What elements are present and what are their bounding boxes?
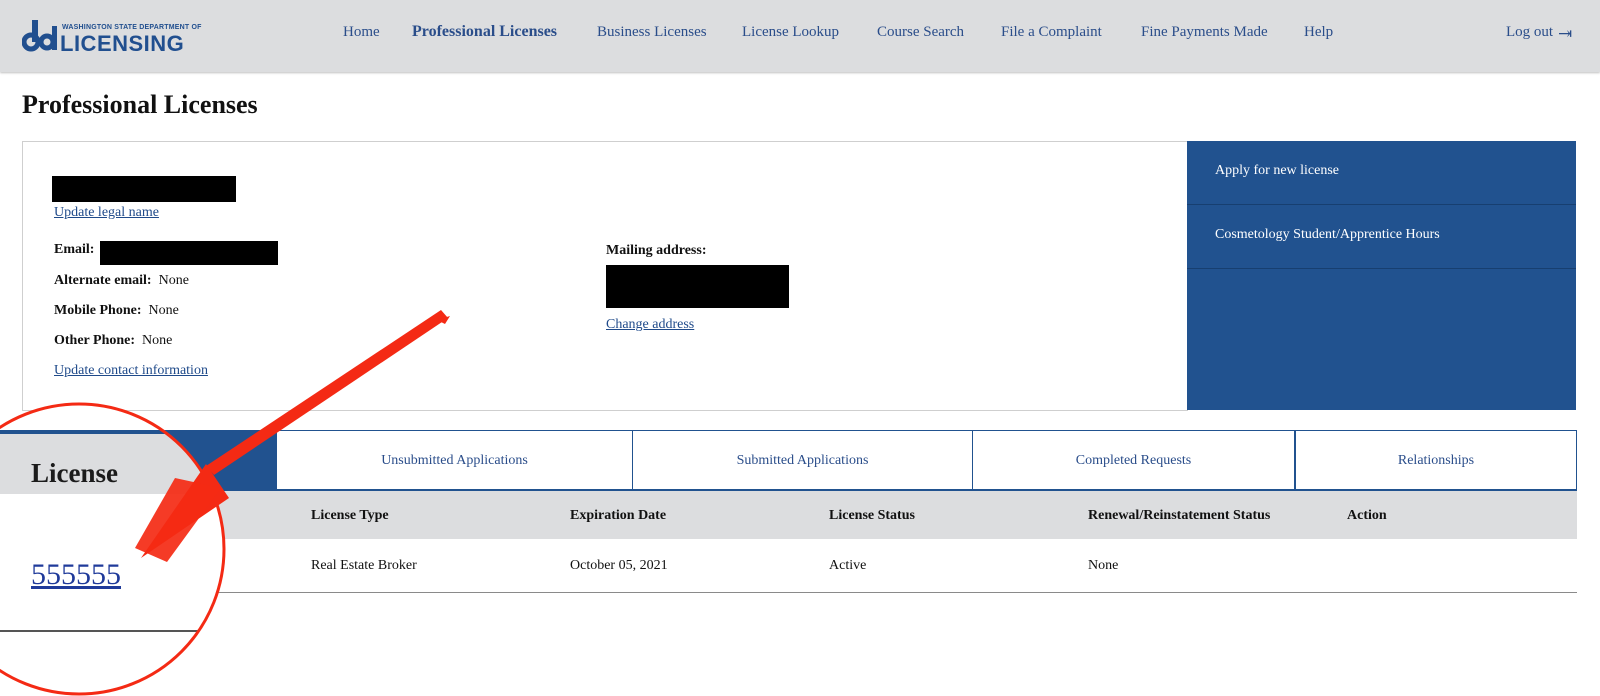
annotation-overlay: [0, 310, 450, 696]
red-arrow: [135, 310, 450, 562]
license-number-link[interactable]: 555555: [31, 558, 121, 592]
magnified-license-header: License: [31, 458, 118, 488]
